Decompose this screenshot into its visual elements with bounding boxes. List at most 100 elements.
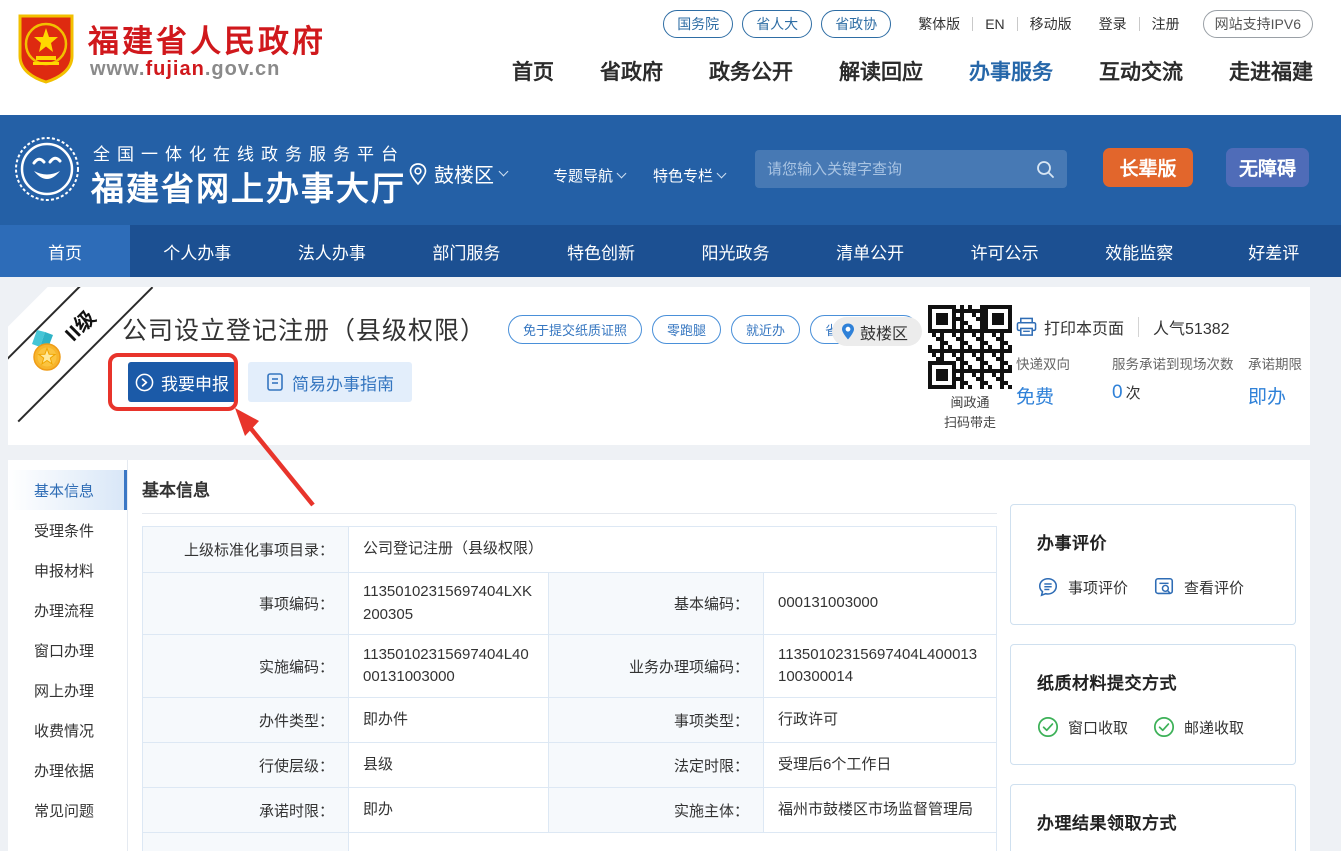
sidebar-item-window-handling[interactable]: 窗口办理 xyxy=(8,630,127,670)
gov-nav-interaction[interactable]: 互动交流 xyxy=(1099,56,1183,86)
row-label: 事项编码： xyxy=(143,573,349,635)
row-value: 000131003000 xyxy=(764,573,997,635)
sidebar-item-faq[interactable]: 常见问题 xyxy=(8,790,127,830)
apply-button[interactable]: 我要申报 xyxy=(128,362,236,402)
register-link[interactable]: 注册 xyxy=(1152,14,1180,34)
search-input[interactable] xyxy=(767,161,1035,178)
guide-button-label: 简易办事指南 xyxy=(292,370,394,395)
detail-sidebar: 基本信息 受理条件 申报材料 办理流程 窗口办理 网上办理 收费情况 办理依据 … xyxy=(8,460,128,851)
gov-main-nav: 首页 省政府 政务公开 解读回应 办事服务 互动交流 走进福建 xyxy=(512,56,1313,86)
evaluation-card: 办事评价 事项评价 xyxy=(1010,504,1296,625)
link-english[interactable]: EN xyxy=(985,16,1004,32)
search-icon[interactable] xyxy=(1035,159,1055,179)
legal-basis-text: 《中华人民共和国公司登记管理条例》第五十三条：公司登记机关对决定予以受理的登记申… xyxy=(349,833,997,851)
link-state-council[interactable]: 国务院 xyxy=(663,10,733,38)
service-nav-license-publicity[interactable]: 许可公示 xyxy=(937,225,1072,277)
link-traditional[interactable]: 繁体版 xyxy=(918,14,960,34)
guide-doc-icon xyxy=(266,372,284,392)
result-pickup-card: 办理结果领取方式 窗口领取 邮递送达 xyxy=(1010,784,1296,851)
sidebar-item-acceptance-conditions[interactable]: 受理条件 xyxy=(8,510,127,550)
chevron-down-icon xyxy=(717,169,727,179)
qr-caption: 闽政通 扫码带走 xyxy=(910,393,1030,433)
gov-nav-about-fujian[interactable]: 走进福建 xyxy=(1229,56,1313,86)
detail-section: 基本信息 受理条件 申报材料 办理流程 窗口办理 网上办理 收费情况 办理依据 … xyxy=(8,460,1310,851)
item-evaluation-link[interactable]: 事项评价 xyxy=(1037,576,1153,598)
aside-column: 办事评价 事项评价 xyxy=(1010,504,1296,851)
stat-promise-period-value: 即办 xyxy=(1248,382,1310,409)
location-pin-filled-icon xyxy=(840,322,856,341)
qr-caption-line1: 闽政通 xyxy=(910,393,1030,413)
gov-nav-home[interactable]: 首页 xyxy=(512,56,554,86)
location-pin-icon xyxy=(408,162,428,186)
service-nav-legal-person[interactable]: 法人办事 xyxy=(265,225,400,277)
row-label: 事项类型： xyxy=(549,698,764,743)
divider xyxy=(1139,17,1140,31)
row-label: 行使层级： xyxy=(143,743,349,788)
service-hall-logo-icon xyxy=(14,136,80,202)
print-button[interactable]: 打印本页面 xyxy=(1016,315,1124,339)
service-nav-rating[interactable]: 好差评 xyxy=(1207,225,1341,277)
site-url-domain: fujian xyxy=(145,58,204,80)
service-nav-efficiency[interactable]: 效能监察 xyxy=(1072,225,1207,277)
site-url-suffix: .gov.cn xyxy=(205,58,281,80)
tag-no-paper-license[interactable]: 免于提交纸质证照 xyxy=(508,315,642,344)
chevron-down-icon xyxy=(499,167,509,177)
view-evaluation-link[interactable]: 查看评价 xyxy=(1153,576,1269,598)
service-nav-departments[interactable]: 部门服务 xyxy=(399,225,534,277)
comment-bubble-icon xyxy=(1037,576,1059,598)
gov-nav-provincial-gov[interactable]: 省政府 xyxy=(600,56,663,86)
gov-nav-public-info[interactable]: 政务公开 xyxy=(709,56,793,86)
link-mobile[interactable]: 移动版 xyxy=(1030,14,1072,34)
sidebar-item-process[interactable]: 办理流程 xyxy=(8,590,127,630)
tag-zero-trip[interactable]: 零跑腿 xyxy=(652,315,721,344)
district-tag: 鼓楼区 xyxy=(832,317,922,346)
stat-promise-period-label: 承诺期限 xyxy=(1248,353,1310,373)
ribbon-corner xyxy=(8,287,48,327)
paper-submit-card: 纸质材料提交方式 窗口收取 邮递收取 xyxy=(1010,644,1296,765)
link-provincial-congress[interactable]: 省人大 xyxy=(742,10,812,38)
service-nav-list-disclosure[interactable]: 清单公开 xyxy=(803,225,938,277)
printer-icon xyxy=(1016,317,1037,337)
row-label: 上级标准化事项目录： xyxy=(143,527,349,573)
sidebar-item-legal-basis[interactable]: 办理依据 xyxy=(8,750,127,790)
row-label: 承诺时限： xyxy=(143,788,349,833)
row-value: 即办 xyxy=(349,788,549,833)
gov-nav-services[interactable]: 办事服务 xyxy=(969,56,1053,86)
row-value: 11350102315697404LXK200305 xyxy=(349,573,549,635)
sidebar-item-fees[interactable]: 收费情况 xyxy=(8,710,127,750)
sidebar-item-application-materials[interactable]: 申报材料 xyxy=(8,550,127,590)
elder-version-button[interactable]: 长辈版 xyxy=(1103,148,1193,187)
stat-express: 快递双向 免费 xyxy=(1016,353,1112,409)
row-value: 11350102315697404L400013100300014 xyxy=(764,635,997,698)
link-cppcc[interactable]: 省政协 xyxy=(821,10,891,38)
row-label: 实施编码： xyxy=(143,635,349,698)
guide-button[interactable]: 简易办事指南 xyxy=(248,362,412,402)
service-title-card: II级 公司设立登记注册（县级权限） 免于提交纸质证照 零跑腿 就近办 省内异地… xyxy=(8,287,1310,445)
row-value: 即办件 xyxy=(349,698,549,743)
row-label: 业务办理项编码： xyxy=(549,635,764,698)
accessibility-button[interactable]: 无障碍 xyxy=(1226,148,1309,187)
service-nav-home[interactable]: 首页 xyxy=(0,225,130,277)
qr-caption-line2: 扫码带走 xyxy=(910,413,1030,433)
site-url-www: www. xyxy=(90,58,145,80)
stat-express-value: 免费 xyxy=(1016,382,1112,409)
sidebar-item-online-handling[interactable]: 网上办理 xyxy=(8,670,127,710)
service-nav-sunshine-gov[interactable]: 阳光政务 xyxy=(668,225,803,277)
tag-nearby[interactable]: 就近办 xyxy=(731,315,800,344)
menu-special-column[interactable]: 特色专栏 xyxy=(653,165,725,186)
row-value: 受理后6个工作日 xyxy=(764,743,997,788)
row-value: 行政许可 xyxy=(764,698,997,743)
sidebar-item-basic-info[interactable]: 基本信息 xyxy=(8,470,127,510)
service-nav-personal[interactable]: 个人办事 xyxy=(130,225,265,277)
stat-onsite-visits-value: 0次 xyxy=(1112,382,1248,404)
service-nav-innovation[interactable]: 特色创新 xyxy=(534,225,669,277)
search-box xyxy=(755,150,1067,188)
login-link[interactable]: 登录 xyxy=(1099,14,1127,34)
chevron-down-icon xyxy=(617,169,627,179)
menu-topic-nav[interactable]: 专题导航 xyxy=(553,165,625,186)
view-evaluation-label: 查看评价 xyxy=(1184,577,1244,598)
district-selector[interactable]: 鼓楼区 xyxy=(408,159,507,188)
row-label: 办件类型： xyxy=(143,698,349,743)
gov-nav-interpretation[interactable]: 解读回应 xyxy=(839,56,923,86)
option-window-collection-label: 窗口收取 xyxy=(1068,717,1128,738)
